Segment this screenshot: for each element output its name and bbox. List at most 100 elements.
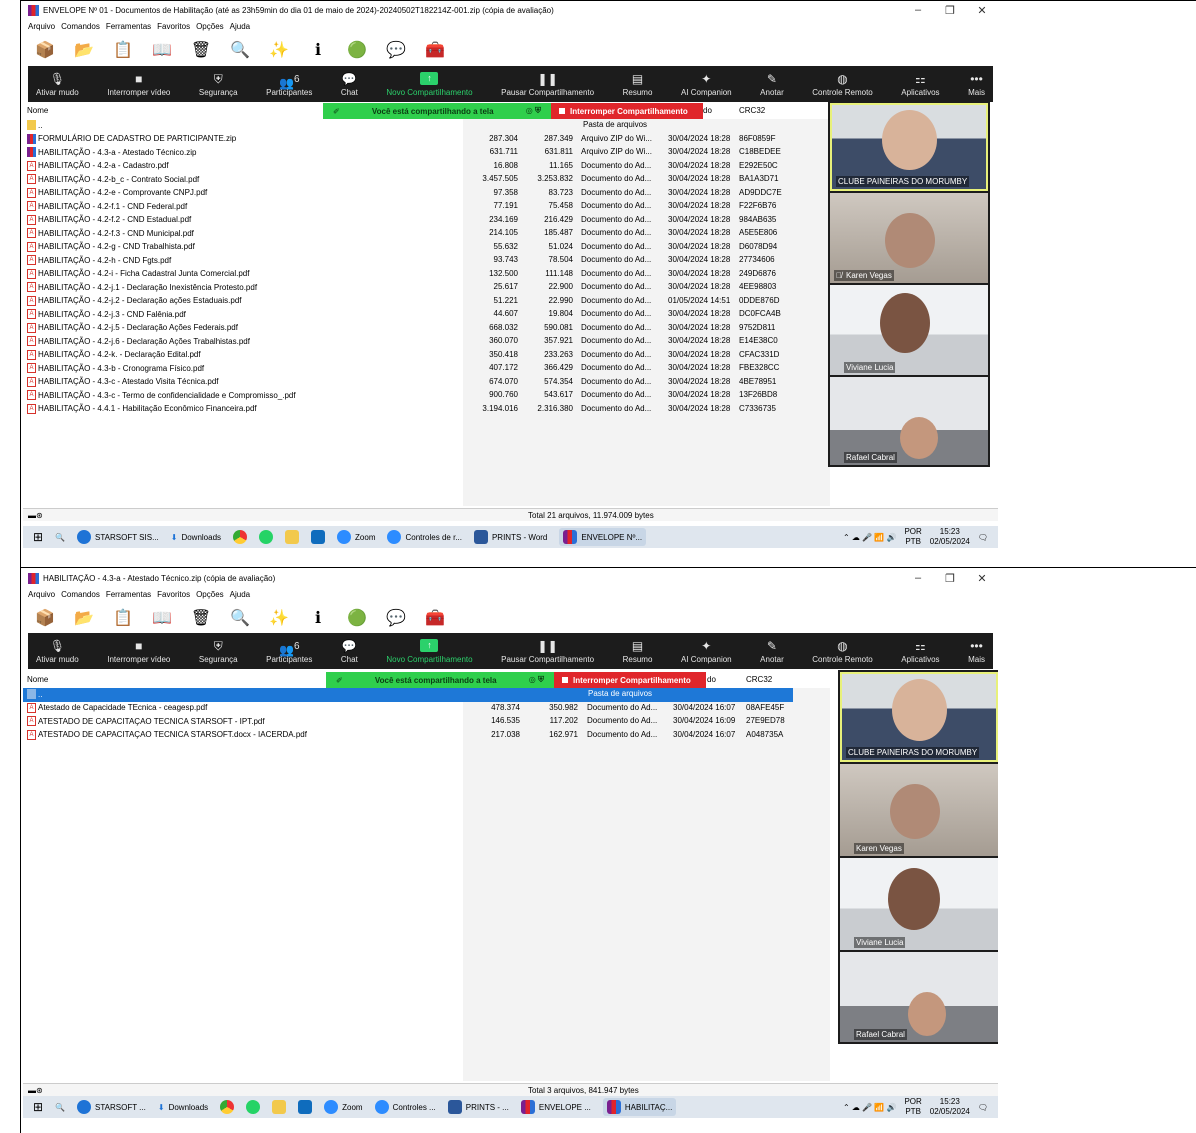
col-modified-partial[interactable]: do	[703, 106, 712, 115]
list-item[interactable]: A HABILITAÇÃO - 4.2-b_c - Contrato Social…	[23, 173, 793, 187]
list-item[interactable]: A HABILITAÇÃO - 4.3-c - Atestado Visita T…	[23, 376, 793, 390]
apps-button[interactable]: ⚏ Aplicativos	[901, 71, 939, 97]
list-item[interactable]: A ATESTADO DE CAPACITAÇAO TECNICA STARSOF…	[23, 715, 793, 729]
video-tile[interactable]: CLUBE PAINEIRAS DO MORUMBY	[840, 672, 998, 762]
taskbar-zoom-controls[interactable]: Controles ...	[374, 1100, 436, 1114]
list-item[interactable]: A HABILITAÇÃO - 4.2-j.2 - Declaração açõe…	[23, 295, 793, 309]
delete-icon[interactable]: 🗑	[189, 38, 213, 62]
sfx-icon[interactable]: 🧰	[423, 38, 447, 62]
participants-button[interactable]: 👥6 Participantes	[266, 638, 312, 664]
find-icon[interactable]: 🔍	[228, 606, 252, 630]
view-icon[interactable]: 📖	[150, 606, 174, 630]
col-modified-partial[interactable]: do	[707, 675, 716, 684]
menu-opcoes[interactable]: Opções	[196, 590, 224, 599]
maximize-icon[interactable]: ❐	[934, 4, 966, 17]
taskbar-word[interactable]: PRINTS - Word	[473, 530, 547, 544]
new-share-button[interactable]: ↑ Novo Compartilhamento	[386, 71, 473, 97]
mute-button[interactable]: 🎙 Ativar mudo	[36, 71, 79, 97]
menu-ferramentas[interactable]: Ferramentas	[106, 22, 151, 31]
video-tile[interactable]: Rafael Cabral	[830, 377, 988, 465]
menu-arquivo[interactable]: Arquivo	[28, 590, 55, 599]
remote-control-button[interactable]: ◍ Controle Remoto	[812, 71, 872, 97]
menu-arquivo[interactable]: Arquivo	[28, 22, 55, 31]
list-item[interactable]: FORMULÁRIO DE CADASTRO DE PARTICIPANTE.z…	[23, 133, 793, 147]
minimize-icon[interactable]: –	[902, 4, 934, 17]
list-item[interactable]: HABILITAÇÃO - 4.3-a - Atestado Técnico.z…	[23, 146, 793, 160]
taskbar-word[interactable]: PRINTS - ...	[447, 1100, 509, 1114]
outlook-icon[interactable]	[298, 1100, 313, 1114]
search-icon[interactable]: 🔍	[55, 533, 65, 542]
video-tile[interactable]: Viviane Lucia	[840, 858, 998, 950]
outlook-icon[interactable]	[311, 530, 326, 544]
find-icon[interactable]: 🔍	[228, 38, 252, 62]
list-item[interactable]: A HABILITAÇÃO - 4.2-g - CND Trabalhista.p…	[23, 241, 793, 255]
add-archive-icon[interactable]: 📦	[33, 38, 57, 62]
participants-button[interactable]: 👥6 Participantes	[266, 71, 312, 97]
annotate-button[interactable]: ✎ Anotar	[760, 638, 784, 664]
menu-comandos[interactable]: Comandos	[61, 590, 100, 599]
video-tile[interactable]: 🎙̸ Karen Vegas	[830, 193, 988, 283]
annotate-button[interactable]: ✎ Anotar	[760, 71, 784, 97]
chrome-icon[interactable]	[233, 530, 248, 544]
taskbar-starsoft[interactable]: STARSOFT SIS...	[77, 530, 159, 544]
list-item[interactable]: A HABILITAÇÃO - 4.2-j.5 - Declaração Açõe…	[23, 322, 793, 336]
list-item[interactable]: A HABILITAÇÃO - 4.2-j.6 - Declaração Açõe…	[23, 335, 793, 349]
taskbar-zoom[interactable]: Zoom	[324, 1100, 363, 1114]
col-crc[interactable]: CRC32	[739, 106, 765, 115]
list-item[interactable]: A Atestado de Capacidade TEcnica - ceages…	[23, 702, 793, 716]
taskbar-envelope[interactable]: ENVELOPE ...	[520, 1100, 591, 1114]
tray-icons[interactable]: ⌃ ☁ 🎤 📶 🔊	[843, 1103, 896, 1112]
list-item[interactable]: A HABILITAÇÃO - 4.3-c - Termo de confiden…	[23, 389, 793, 403]
list-item[interactable]: A HABILITAÇÃO - 4.2-j.1 - Declaração Inex…	[23, 281, 793, 295]
taskbar-zoom-controls[interactable]: Controles de r...	[387, 530, 462, 544]
language-indicator[interactable]: POR PTB	[904, 527, 921, 547]
stop-video-button[interactable]: ■ Interromper vídeo	[107, 638, 170, 664]
list-item[interactable]: A HABILITAÇÃO - 4.2-k. - Declaração Edita…	[23, 349, 793, 363]
extract-icon[interactable]: 📂	[72, 38, 96, 62]
list-item[interactable]: A HABILITAÇÃO - 4.2-a - Cadastro.pdf 16.80…	[23, 160, 793, 174]
list-item[interactable]: A HABILITAÇÃO - 4.2-j.3 - CND Falênia.pdf…	[23, 308, 793, 322]
pause-share-button[interactable]: ❚❚ Pausar Compartilhamento	[501, 638, 594, 664]
windows-start-icon[interactable]: ⊞	[33, 530, 43, 544]
whatsapp-icon[interactable]	[246, 1100, 261, 1114]
col-crc[interactable]: CRC32	[746, 675, 772, 684]
search-icon[interactable]: 🔍	[55, 1103, 65, 1112]
wizard-icon[interactable]: ✨	[267, 606, 291, 630]
stop-video-button[interactable]: ■ Interromper vídeo	[107, 71, 170, 97]
delete-icon[interactable]: 🗑	[189, 606, 213, 630]
remote-control-button[interactable]: ◍ Controle Remoto	[812, 638, 872, 664]
test-icon[interactable]: 📋	[111, 38, 135, 62]
list-item[interactable]: A HABILITAÇÃO - 4.4.1 - Habilitação Econô…	[23, 403, 793, 417]
menu-ajuda[interactable]: Ajuda	[230, 590, 250, 599]
list-item[interactable]: A HABILITAÇÃO - 4.3-b - Cronograma Físico…	[23, 362, 793, 376]
taskbar-zoom[interactable]: Zoom	[337, 530, 375, 544]
ai-companion-button[interactable]: ✦ AI Companion	[681, 71, 732, 97]
wizard-icon[interactable]: ✨	[267, 38, 291, 62]
pause-share-button[interactable]: ❚❚ Pausar Compartilhamento	[501, 71, 594, 97]
chat-button[interactable]: 💬 Chat	[341, 638, 358, 664]
video-tile[interactable]: Rafael Cabral	[840, 952, 998, 1042]
view-icon[interactable]: 📖	[150, 38, 174, 62]
list-item[interactable]: .. Pasta de arquivos	[23, 688, 793, 702]
list-item[interactable]: A HABILITAÇÃO - 4.2-f.3 - CND Municipal.p…	[23, 227, 793, 241]
summary-button[interactable]: ▤ Resumo	[623, 638, 653, 664]
list-item[interactable]: A HABILITAÇÃO - 4.2-f.2 - CND Estadual.pd…	[23, 214, 793, 228]
taskbar-downloads[interactable]: ⬇ Downloads	[171, 533, 221, 542]
more-button[interactable]: ••• Mais	[968, 71, 985, 97]
file-explorer-icon[interactable]	[285, 530, 300, 544]
apps-button[interactable]: ⚏ Aplicativos	[901, 638, 939, 664]
sfx-icon[interactable]: 🧰	[423, 606, 447, 630]
list-item[interactable]: .. Pasta de arquivos	[23, 119, 793, 133]
notification-icon[interactable]: 🗨	[978, 533, 988, 542]
whatsapp-icon[interactable]	[259, 530, 274, 544]
list-item[interactable]: A ATESTADO DE CAPACITAÇAO TECNICA STARSOF…	[23, 729, 793, 743]
summary-button[interactable]: ▤ Resumo	[623, 71, 653, 97]
clock[interactable]: 15:23 02/05/2024	[930, 1097, 970, 1117]
list-item[interactable]: A HABILITAÇÃO - 4.2-i - Ficha Cadastral J…	[23, 268, 793, 282]
menu-ajuda[interactable]: Ajuda	[230, 22, 250, 31]
video-tile[interactable]: Viviane Lucia	[830, 285, 988, 375]
security-button[interactable]: ⛨ Segurança	[199, 71, 238, 97]
info-icon[interactable]: ℹ	[306, 606, 330, 630]
notification-icon[interactable]: 🗨	[978, 1103, 988, 1112]
comment-icon[interactable]: 💬	[384, 606, 408, 630]
